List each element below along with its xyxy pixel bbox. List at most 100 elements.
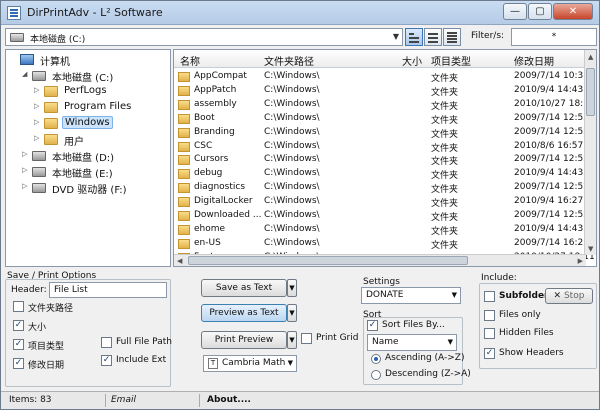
files-only-box[interactable] [484,310,495,321]
print-preview-dropdown[interactable]: ▼ [287,331,297,349]
column-header-type[interactable]: 项目类型 [431,53,471,68]
table-row[interactable]: assembly C:\Windows\ 文件夹 2010/10/27 18:11 [174,98,595,112]
filter-input[interactable]: * [511,28,597,46]
scroll-up-icon[interactable]: ▲ [588,53,593,61]
scroll-left-icon[interactable]: ◀ [177,257,182,265]
column-header-size[interactable]: 大小 [402,53,422,68]
vertical-scroll-thumb[interactable] [586,68,595,116]
table-cell: 2009/7/14 12:52 [514,154,589,165]
folder-icon [178,141,190,152]
table-row[interactable]: Boot C:\Windows\ 文件夹 2009/7/14 12:52 [174,112,589,126]
checkbox-box[interactable] [13,301,24,312]
save-as-text-dropdown[interactable]: ▼ [287,279,297,297]
font-selector[interactable]: T Cambria Math ▼ [203,355,297,372]
file-list[interactable]: 名称 文件夹路径 大小 项目类型 修改日期 AppCompat C:\Window… [173,49,597,267]
sort-files-by-box[interactable]: ✓ [367,320,378,331]
table-cell: 2009/7/14 12:52 [514,126,589,137]
minimize-button[interactable]: — [503,3,527,20]
folder-icon [178,99,190,110]
scroll-down-icon[interactable]: ▼ [588,245,593,253]
table-cell: C:\Windows\ [264,140,320,151]
stop-button[interactable]: ✕ Stop [545,288,593,304]
expand-arrow-icon[interactable]: ▷ [34,134,39,142]
column-header-date[interactable]: 修改日期 [514,53,554,68]
table-cell: C:\Windows\ [264,154,320,165]
table-cell: Downloaded ... [194,210,262,220]
about-link[interactable]: About.... [207,395,251,405]
table-cell: 2009/7/14 16:27 [514,237,589,248]
column-header-name[interactable]: 名称 [180,53,200,68]
expand-arrow-icon[interactable]: ▷ [22,166,27,174]
table-row[interactable]: CSC C:\Windows\ 文件夹 2010/8/6 16:57 [174,140,586,154]
column-header-path[interactable]: 文件夹路径 [264,53,314,68]
print-grid-box[interactable] [301,333,312,344]
table-row[interactable]: debug C:\Windows\ 文件夹 2010/9/4 14:43 [174,167,586,181]
show-headers-box[interactable]: ✓ [484,348,495,359]
folder-icon [44,102,58,113]
checkbox-box[interactable]: ✓ [13,320,24,331]
table-cell: en-US [194,237,221,248]
close-button[interactable]: ✕ [553,3,593,20]
view-list-button[interactable] [405,28,423,46]
table-cell: AppPatch [194,84,237,95]
horizontal-scroll-thumb[interactable] [188,256,468,265]
table-cell: 文件夹 [431,115,459,126]
sort-field-value: Name [372,337,399,347]
table-row[interactable]: DigitalLocker C:\Windows\ 文件夹 2010/9/4 16:2… [174,195,586,209]
maximize-button[interactable]: ▢ [528,3,552,20]
checkbox-box[interactable]: ✓ [13,339,24,350]
folder-icon [178,127,190,138]
settings-dropdown[interactable]: DONATE ▼ [361,287,461,304]
table-row[interactable]: Downloaded ... C:\Windows\ 文件夹 2009/7/14 12… [174,209,589,223]
drive-icon [32,71,46,81]
vertical-scrollbar[interactable]: ▲ ▼ [584,50,596,255]
folder-tree[interactable]: 计算机 ◢ 本地磁盘 (C:) ▷ PerfLogs ▷ Program Files ▷ Win… [5,49,171,267]
table-cell: 2010/9/4 14:43 [514,223,584,234]
tree-node-label: 本地磁盘 (D:) [52,153,115,164]
full-file-path-box[interactable] [101,337,112,348]
scroll-right-icon[interactable]: ▶ [578,257,583,265]
checkbox-box[interactable]: ✓ [13,358,24,369]
checkbox-label: 修改日期 [28,361,65,371]
ascending-radio-dot[interactable] [371,354,381,364]
expand-arrow-icon[interactable]: ▷ [22,150,27,158]
close-icon: ✕ [553,291,562,301]
drive-icon [10,33,24,42]
tree-node-label: 本地磁盘 (C:) [52,73,114,84]
table-row[interactable]: AppCompat C:\Windows\ 文件夹 2009/7/14 10:37 [174,70,589,84]
save-as-text-button[interactable]: Save as Text [201,279,287,297]
expand-arrow-icon[interactable]: ▷ [34,86,39,94]
view-details-button[interactable] [424,28,442,46]
table-row[interactable]: ehome C:\Windows\ 文件夹 2010/9/4 14:43 [174,223,586,237]
include-ext-box[interactable]: ✓ [101,355,112,366]
horizontal-scrollbar[interactable]: ◀ ▶ [174,254,586,266]
table-cell: C:\Windows\ [264,84,320,95]
table-cell: C:\Windows\ [264,210,320,220]
expand-arrow-icon[interactable]: ▷ [22,182,27,190]
table-row[interactable]: diagnostics C:\Windows\ 文件夹 2009/7/14 12:52 [174,181,589,195]
expand-arrow-icon[interactable]: ◢ [22,70,27,78]
header-input[interactable]: File List [49,282,167,298]
table-row[interactable]: Cursors C:\Windows\ 文件夹 2009/7/14 12:52 [174,153,589,167]
path-dropdown[interactable]: 本地磁盘 (C:) ▼ [5,28,403,46]
tree-node-label: PerfLogs [64,85,107,96]
hidden-files-box[interactable] [484,328,495,339]
table-cell: 文件夹 [431,199,459,210]
files-only-label: Files only [499,310,541,320]
view-grid-button[interactable] [443,28,461,46]
email-link[interactable]: Email [111,395,136,405]
table-row[interactable]: Branding C:\Windows\ 文件夹 2009/7/14 12:52 [174,126,589,140]
app-icon [7,6,21,20]
chevron-down-icon: ▼ [392,32,399,41]
descending-radio-dot[interactable] [371,370,381,380]
subfolders-box[interactable] [484,291,495,302]
table-cell: C:\Windows\ [264,112,320,123]
print-preview-button[interactable]: Print Preview [201,331,287,349]
preview-as-text-button[interactable]: Preview as Text [201,304,287,322]
table-row[interactable]: AppPatch C:\Windows\ 文件夹 2010/9/4 14:43 [174,84,586,98]
preview-as-text-dropdown[interactable]: ▼ [287,304,297,322]
expand-arrow-icon[interactable]: ▷ [34,118,39,126]
sort-field-dropdown[interactable]: Name ▼ [367,334,457,351]
table-row[interactable]: en-US C:\Windows\ 文件夹 2009/7/14 16:27 [174,237,589,251]
expand-arrow-icon[interactable]: ▷ [34,102,39,110]
